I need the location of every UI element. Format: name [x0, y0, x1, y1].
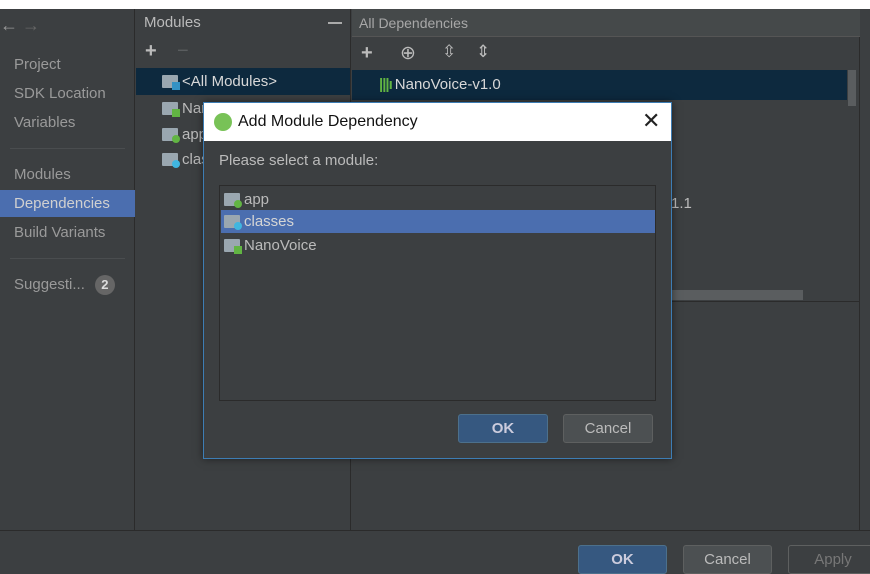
dependency-label: NanoVoice-v1.0 — [394, 76, 501, 93]
module-label: <All Modules> — [182, 73, 278, 90]
minimize-icon[interactable] — [328, 22, 342, 24]
list-item-label: classes — [244, 213, 295, 230]
dialog-title-text: Add Module Dependency — [238, 113, 418, 130]
module-item-all[interactable]: <All Modules> — [136, 68, 350, 95]
sidebar-item-sdk-location[interactable]: SDK Location — [0, 80, 135, 107]
dialog-prompt: Please select a module: — [219, 152, 379, 169]
java-module-icon — [224, 215, 242, 230]
modules-title: Modules — [144, 14, 201, 31]
dependency-item[interactable]: |||ı NanoVoice-v1.0 — [352, 70, 847, 100]
list-item-app[interactable]: app — [221, 188, 655, 211]
add-dependency-icon[interactable]: + — [361, 42, 373, 65]
dialog-title: Add Module Dependency — [204, 103, 671, 141]
app-module-icon — [162, 128, 180, 143]
list-item-label: NanoVoice — [244, 237, 317, 254]
dependencies-title: All Dependencies — [352, 9, 860, 37]
crosshair-icon[interactable]: ⊕ — [400, 42, 416, 65]
list-item-label: app — [244, 191, 270, 208]
dialog-cancel-button[interactable]: Cancel — [563, 414, 653, 443]
sidebar-item-suggestions[interactable]: Suggesti... 2 — [0, 271, 135, 298]
close-icon[interactable]: ✕ — [642, 108, 660, 134]
horizontal-scrollbar[interactable] — [672, 290, 803, 300]
remove-module-icon[interactable]: − — [177, 40, 189, 63]
list-item-nanovoice[interactable]: NanoVoice — [221, 234, 655, 257]
back-arrow-icon[interactable]: ← — [0, 15, 18, 36]
library-module-icon — [162, 102, 180, 117]
java-module-icon — [162, 153, 180, 168]
top-strip — [0, 0, 870, 9]
android-studio-icon — [214, 113, 232, 131]
sidebar-item-build-variants[interactable]: Build Variants — [0, 219, 135, 246]
cancel-button[interactable]: Cancel — [683, 545, 772, 574]
sidebar-item-modules[interactable]: Modules — [0, 161, 135, 188]
divider — [10, 148, 125, 149]
sidebar-item-project[interactable]: Project — [0, 51, 135, 78]
apply-button[interactable]: Apply — [788, 545, 870, 574]
sidebar-item-variables[interactable]: Variables — [0, 109, 135, 136]
all-modules-icon — [162, 75, 180, 90]
right-edge — [860, 9, 870, 530]
library-module-icon — [224, 239, 242, 254]
sidebar-item-dependencies[interactable]: Dependencies — [0, 190, 135, 217]
ok-button[interactable]: OK — [578, 545, 667, 574]
forward-arrow-icon[interactable]: → — [22, 15, 40, 36]
dependency-version-text: 1.1 — [671, 195, 692, 212]
bottom-bar: OK Cancel Apply — [0, 530, 870, 574]
sidebar-item-label: Suggesti... — [14, 276, 85, 293]
expand-all-icon[interactable]: ⇳ — [442, 42, 456, 62]
list-item-classes[interactable]: classes — [221, 210, 655, 233]
divider — [10, 258, 125, 259]
vertical-scrollbar[interactable] — [848, 70, 856, 106]
add-module-icon[interactable]: + — [145, 40, 157, 63]
suggestions-count-badge: 2 — [94, 275, 115, 295]
library-icon: |||ı — [379, 76, 393, 93]
add-module-dependency-dialog: Add Module Dependency ✕ Please select a … — [203, 102, 672, 459]
dialog-ok-button[interactable]: OK — [458, 414, 548, 443]
sidebar: ← → Project SDK Location Variables Modul… — [0, 9, 135, 530]
app-module-icon — [224, 193, 242, 208]
module-list: app classes NanoVoice — [219, 185, 656, 401]
collapse-all-icon[interactable]: ⇕ — [476, 42, 490, 62]
